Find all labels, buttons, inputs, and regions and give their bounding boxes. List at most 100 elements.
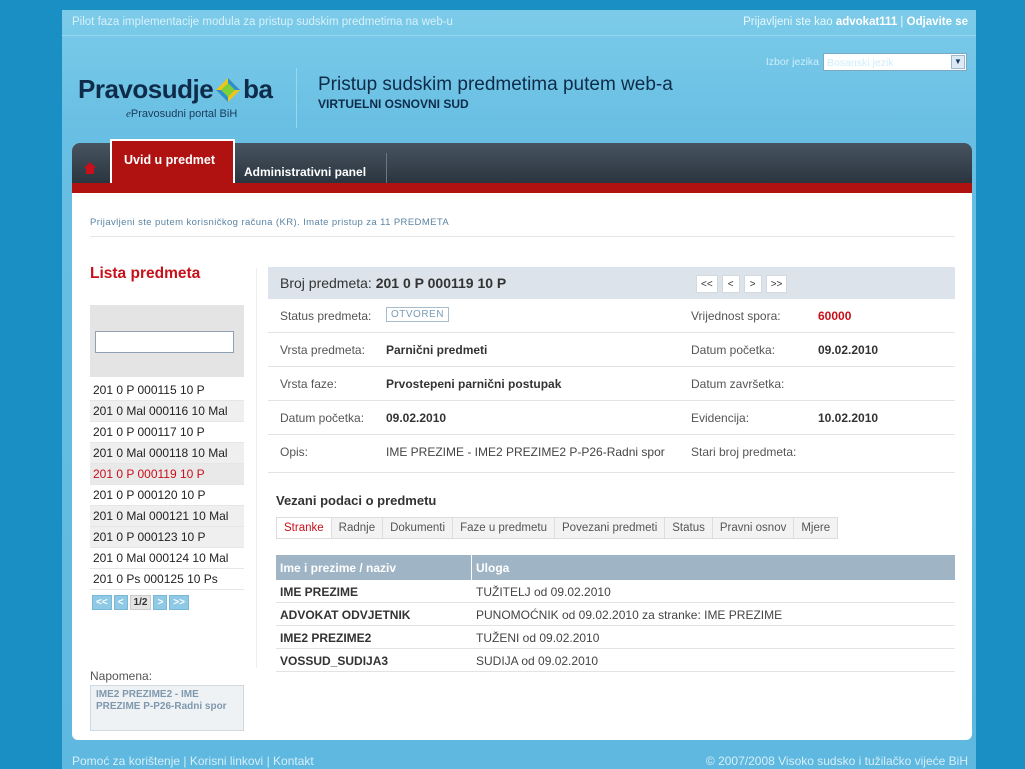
info-row: Opis: IME PREZIME - IME2 PREZIME2 P-P26-… [268, 435, 955, 473]
column-header-role[interactable]: Uloga [476, 561, 509, 575]
table-row: ADVOKAT ODVJETNIK PUNOMOĆNIK od 09.02.20… [276, 603, 955, 626]
description-label: Opis: [280, 445, 309, 459]
pager-current: 1/2 [129, 595, 152, 610]
copyright: © 2007/2008 Visoko sudsko i tužilačko vi… [705, 754, 968, 768]
info-row: Vrsta faze: Prvostepeni parnični postupa… [268, 367, 955, 401]
chevron-down-icon[interactable]: ▼ [951, 55, 965, 69]
party-name: VOSSUD_SUDIJA3 [280, 654, 389, 668]
page-title: Pristup sudskim predmetima putem web-a [318, 74, 673, 95]
tab-case-view[interactable]: Uvid u predmet [110, 139, 235, 183]
case-next-button[interactable]: > [743, 275, 762, 293]
tab-status[interactable]: Status [664, 517, 712, 539]
pager-spacer [791, 275, 810, 293]
divider [90, 236, 955, 237]
table-row: IME PREZIME TUŽITELJ od 09.02.2010 [276, 580, 955, 603]
tab-linked-cases[interactable]: Povezani predmeti [554, 517, 665, 539]
phase-start-value: 09.02.2010 [386, 411, 447, 425]
case-header: Broj predmeta: 201 0 P 000119 10 P << < … [268, 267, 955, 299]
value-amount: 60000 [818, 309, 852, 323]
main-nav: Uvid u predmet Administrativni panel [72, 139, 972, 193]
language-select[interactable]: Bosanski jezik ▼ [823, 53, 967, 71]
related-tabs: Stranke Radnje Dokumenti Faze u predmetu… [276, 517, 839, 539]
party-role: PUNOMOĆNIK od 09.02.2010 za stranke: IME… [476, 608, 783, 622]
footer-links: Pomoć za korištenje | Korisni linkovi | … [72, 754, 314, 768]
top-bar: Pilot faza implementacije modula za pris… [62, 10, 976, 36]
page-frame: Pilot faza implementacije modula za pris… [62, 10, 976, 769]
site-logo[interactable]: Pravosudje ba ePravosudni portal BiH [78, 74, 273, 120]
logo-subtitle: ePravosudni portal BiH [126, 108, 238, 120]
list-item[interactable]: 201 0 P 000115 10 P [90, 380, 244, 401]
list-item[interactable]: 201 0 P 000117 10 P [90, 422, 244, 443]
logo-diamond-icon [215, 77, 241, 103]
case-type-value: Parnični predmeti [386, 343, 488, 357]
logo-word2: ba [243, 74, 273, 104]
list-item[interactable]: 201 0 Mal 000121 10 Mal [90, 506, 244, 527]
language-picker: Izbor jezika Bosanski jezik ▼ [766, 53, 967, 71]
separator: | [900, 16, 904, 28]
registry-label: Evidencija: [691, 411, 750, 425]
logged-in-label: Prijavljeni ste kao [743, 16, 833, 28]
case-first-button[interactable]: << [696, 275, 718, 293]
column-header-name[interactable]: Ime i prezime / naziv [280, 561, 396, 575]
party-role: TUŽENI od 09.02.2010 [476, 631, 600, 645]
info-row: Status predmeta: OTVOREN Vrijednost spor… [268, 299, 955, 333]
description-value: IME PREZIME - IME2 PREZIME2 P-P26-Radni … [386, 445, 665, 459]
tab-measures[interactable]: Mjere [793, 517, 839, 539]
case-number: Broj predmeta: 201 0 P 000119 10 P [280, 275, 507, 291]
list-item-selected[interactable]: 201 0 P 000119 10 P [90, 464, 244, 485]
parties-table: Ime i prezime / naziv Uloga IME PREZIME … [276, 555, 955, 672]
tab-actions[interactable]: Radnje [330, 517, 383, 539]
footer: Pomoć za korištenje | Korisni linkovi | … [62, 751, 976, 769]
tab-parties[interactable]: Stranke [276, 517, 331, 539]
logo-word1: Pravosudje [78, 74, 214, 104]
status-label: Status predmeta: [280, 309, 372, 323]
list-item[interactable]: 201 0 Ps 000125 10 Ps [90, 569, 244, 590]
contact-link[interactable]: Kontakt [273, 754, 314, 768]
list-item[interactable]: 201 0 P 000120 10 P [90, 485, 244, 506]
list-item[interactable]: 201 0 Mal 000124 10 Mal [90, 548, 244, 569]
search-box [90, 305, 244, 377]
content-panel: Prijavljeni ste putem korisničkog računa… [72, 193, 972, 740]
list-item[interactable]: 201 0 Mal 000116 10 Mal [90, 401, 244, 422]
phase-type-label: Vrsta faze: [280, 377, 337, 391]
logout-link[interactable]: Odjavite se [907, 16, 968, 28]
party-name: ADVOKAT ODVJETNIK [280, 608, 411, 622]
party-name: IME PREZIME [280, 585, 359, 599]
case-prev-button[interactable]: < [721, 275, 740, 293]
search-input[interactable] [95, 331, 234, 353]
user-status: Prijavljeni ste kao advokat111 | Odjavit… [743, 16, 968, 28]
access-notice: Prijavljeni ste putem korisničkog računa… [90, 217, 450, 228]
tab-admin-panel[interactable]: Administrativni panel [244, 165, 366, 179]
nav-divider [386, 153, 387, 183]
list-item[interactable]: 201 0 Mal 000118 10 Mal [90, 443, 244, 464]
case-type-label: Vrsta predmeta: [280, 343, 365, 357]
case-pager: << < > >> [696, 275, 810, 293]
logo-divider [296, 68, 297, 128]
case-list: 201 0 P 000115 10 P 201 0 Mal 000116 10 … [90, 380, 244, 590]
party-role: TUŽITELJ od 09.02.2010 [476, 585, 611, 599]
pager-first-button[interactable]: << [92, 595, 112, 610]
list-item[interactable]: 201 0 P 000123 10 P [90, 527, 244, 548]
case-info-table: Status predmeta: OTVOREN Vrijednost spor… [268, 299, 955, 473]
useful-links-link[interactable]: Korisni linkovi [190, 754, 263, 768]
note-box: IME2 PREZIME2 - IME PREZIME P-P26-Radni … [90, 685, 244, 731]
page-header: Pristup sudskim predmetima putem web-a V… [318, 74, 673, 111]
sidebar-divider [256, 268, 257, 668]
start-date-value: 09.02.2010 [818, 343, 879, 357]
end-date-label: Datum završetka: [691, 377, 785, 391]
registry-value: 10.02.2010 [818, 411, 879, 425]
case-last-button[interactable]: >> [765, 275, 788, 293]
home-icon[interactable] [84, 162, 96, 174]
party-role: SUDIJA od 09.02.2010 [476, 654, 599, 668]
pager-prev-button[interactable]: < [113, 595, 128, 610]
case-list-sidebar: Lista predmeta 201 0 P 000115 10 P 201 0… [90, 265, 244, 731]
court-name: VIRTUELNI OSNOVNI SUD [318, 97, 469, 111]
tab-documents[interactable]: Dokumenti [382, 517, 453, 539]
tab-legal-basis[interactable]: Pravni osnov [711, 517, 794, 539]
pilot-notice: Pilot faza implementacije modula za pris… [72, 16, 453, 28]
pager-next-button[interactable]: > [153, 595, 168, 610]
username-link[interactable]: advokat111 [836, 16, 897, 28]
help-link[interactable]: Pomoć za korištenje [72, 754, 180, 768]
pager-last-button[interactable]: >> [169, 595, 189, 610]
tab-phases[interactable]: Faze u predmetu [452, 517, 554, 539]
